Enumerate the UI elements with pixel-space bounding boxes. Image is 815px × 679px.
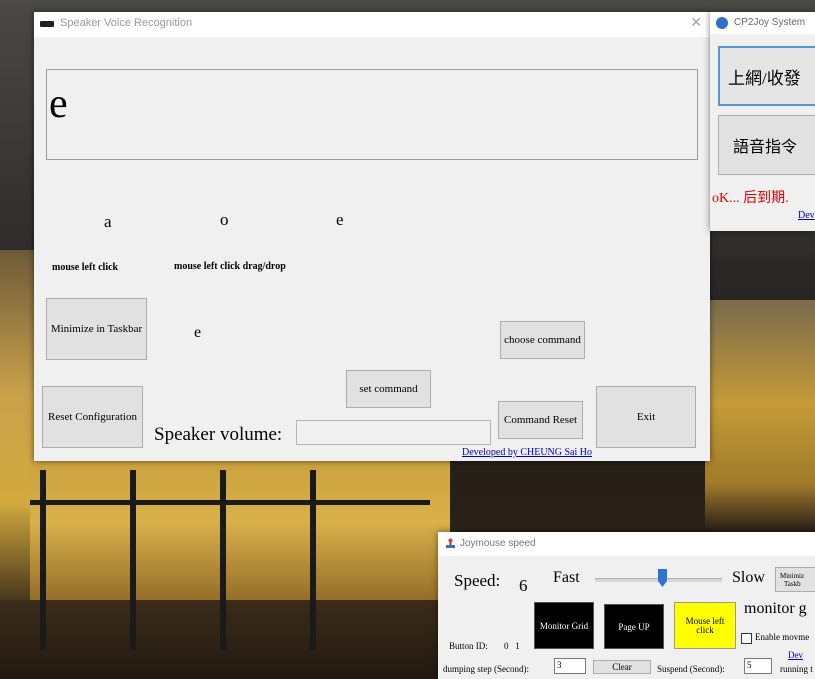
running-time-label: running t (780, 664, 813, 674)
window-title: Speaker Voice Recognition (60, 17, 193, 29)
exit-button[interactable]: Exit (596, 386, 696, 448)
command-letter-o: o (220, 210, 229, 229)
speed-slider-thumb[interactable] (657, 569, 667, 587)
page-up-button[interactable]: Page UP (604, 604, 664, 649)
joystick-icon (446, 538, 455, 548)
speaker-volume-bar (296, 420, 491, 445)
voice-command-button[interactable]: 語音指令 (718, 115, 815, 175)
enable-movement-label: Enable movme (755, 632, 810, 642)
recognized-text: e (49, 81, 68, 127)
minimize-label-line2: Taskb (784, 579, 801, 588)
monitor-grid-button[interactable]: Monitor Grid (534, 602, 594, 649)
speed-value: 6 (519, 576, 528, 595)
command-letter-a: a (104, 212, 112, 231)
command-letter-e: e (336, 210, 344, 229)
minimize-label-line1: Minimiz (780, 571, 805, 580)
set-command-button[interactable]: set command (346, 370, 431, 408)
monitor-label: monitor g (744, 600, 807, 617)
speaker-volume-label: Speaker volume: (154, 424, 283, 445)
developer-link[interactable]: Dev (798, 210, 815, 221)
fast-label: Fast (553, 569, 580, 586)
suspend-input[interactable]: 5 (744, 658, 772, 674)
reset-configuration-button[interactable]: Reset Configuration (42, 386, 143, 448)
enable-movement-checkbox[interactable] (741, 633, 752, 644)
speaker-voice-recognition-window: Speaker Voice Recognition ✕ e a o e mous… (34, 12, 710, 461)
minimize-taskbar-button[interactable]: Minimiz Taskb (775, 567, 815, 592)
cp2joy-icon (716, 17, 728, 29)
speed-label: Speed: (454, 571, 501, 590)
app-icon (40, 21, 54, 27)
clear-button[interactable]: Clear (593, 660, 651, 674)
command-reset-button[interactable]: Command Reset (498, 401, 583, 439)
cp2joy-system-window: CP2Joy System 上網/收發 語音指令 oK... 后到期. Dev (710, 12, 815, 231)
joymouse-speed-window: Joymouse speed Speed: 6 Fast Slow Minimi… (438, 532, 815, 679)
title-bar[interactable]: Speaker Voice Recognition ✕ (34, 12, 710, 37)
slow-label: Slow (732, 569, 765, 586)
dumping-step-label: dumping step (Second): (443, 664, 529, 674)
action-label-drag-drop: mouse left click drag/drop (174, 261, 286, 272)
recognized-text-box: e (46, 69, 698, 160)
suspend-label: Suspend (Second): (657, 664, 725, 674)
minimize-taskbar-button[interactable]: Minimize in Taskbar (46, 298, 147, 360)
button-id-values: 0 1 (504, 641, 520, 651)
developer-link[interactable]: Developed by CHEUNG Sai Ho (462, 447, 592, 458)
internet-button[interactable]: 上網/收發 (718, 46, 815, 106)
current-letter: e (194, 324, 202, 341)
status-text: oK... 后到期. (712, 191, 789, 206)
close-icon[interactable]: ✕ (690, 15, 702, 31)
mouse-left-click-button[interactable]: Mouse left click (674, 602, 736, 649)
title-bar[interactable]: Joymouse speed (438, 532, 815, 556)
choose-command-button[interactable]: choose command (500, 321, 585, 359)
developer-link[interactable]: Dev (788, 650, 803, 660)
window-title: CP2Joy System (734, 17, 806, 28)
window-title: Joymouse speed (460, 538, 536, 549)
dumping-step-input[interactable]: 3 (554, 658, 586, 674)
action-label-left-click: mouse left click (52, 262, 119, 273)
title-bar[interactable]: CP2Joy System (710, 12, 815, 34)
button-id-label: Button ID: (449, 641, 488, 651)
